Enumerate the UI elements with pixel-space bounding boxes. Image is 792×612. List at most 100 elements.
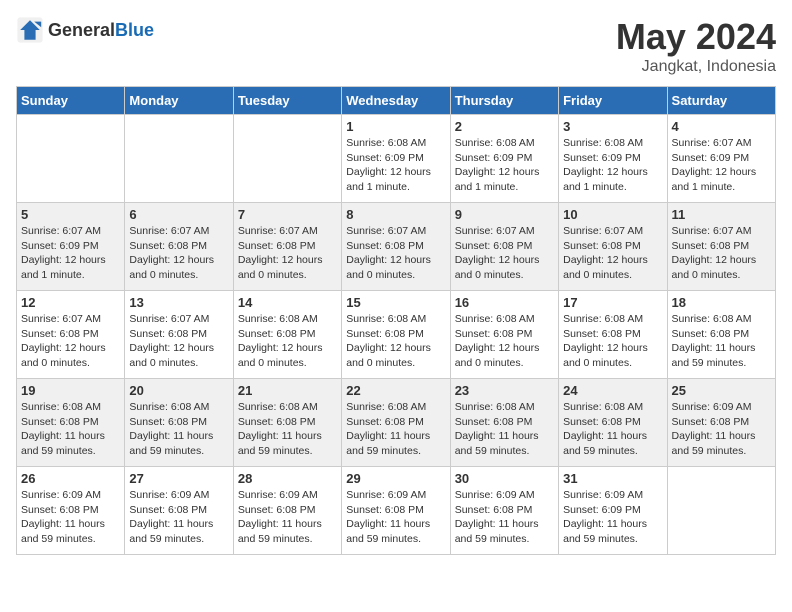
cell-day-number: 11 <box>672 207 771 222</box>
calendar-cell: 2 Sunrise: 6:08 AM Sunset: 6:09 PM Daylig… <box>450 115 558 203</box>
cell-info-text: Sunrise: 6:08 AM Sunset: 6:08 PM Dayligh… <box>346 312 445 371</box>
header-day-monday: Monday <box>125 87 233 115</box>
cell-day-number: 18 <box>672 295 771 310</box>
cell-info-text: Sunrise: 6:08 AM Sunset: 6:08 PM Dayligh… <box>238 400 337 459</box>
cell-info-text: Sunrise: 6:07 AM Sunset: 6:08 PM Dayligh… <box>21 312 120 371</box>
cell-day-number: 21 <box>238 383 337 398</box>
cell-info-text: Sunrise: 6:09 AM Sunset: 6:08 PM Dayligh… <box>455 488 554 547</box>
week-row-1: 1 Sunrise: 6:08 AM Sunset: 6:09 PM Daylig… <box>17 115 776 203</box>
calendar-cell: 18 Sunrise: 6:08 AM Sunset: 6:08 PM Dayli… <box>667 291 775 379</box>
calendar-cell: 4Sunrise: 6:07 AM Sunset: 6:09 PM Daylig… <box>667 115 775 203</box>
calendar-subtitle: Jangkat, Indonesia <box>616 58 776 76</box>
calendar-cell: 26 Sunrise: 6:09 AM Sunset: 6:08 PM Dayli… <box>17 467 125 555</box>
title-area: May 2024 Jangkat, Indonesia <box>616 16 776 76</box>
cell-info-text: Sunrise: 6:08 AM Sunset: 6:08 PM Dayligh… <box>563 312 662 371</box>
header-day-saturday: Saturday <box>667 87 775 115</box>
cell-day-number: 19 <box>21 383 120 398</box>
cell-day-number: 25 <box>672 383 771 398</box>
cell-info-text: Sunrise: 6:09 AM Sunset: 6:09 PM Dayligh… <box>563 488 662 547</box>
cell-day-number: 16 <box>455 295 554 310</box>
cell-day-number: 14 <box>238 295 337 310</box>
cell-info-text: Sunrise: 6:08 AM Sunset: 6:08 PM Dayligh… <box>672 312 771 371</box>
calendar-cell: 17 Sunrise: 6:08 AM Sunset: 6:08 PM Dayli… <box>559 291 667 379</box>
calendar-cell: 20Sunrise: 6:08 AM Sunset: 6:08 PM Dayli… <box>125 379 233 467</box>
calendar-cell: 16 Sunrise: 6:08 AM Sunset: 6:08 PM Dayli… <box>450 291 558 379</box>
cell-info-text: Sunrise: 6:09 AM Sunset: 6:08 PM Dayligh… <box>129 488 228 547</box>
cell-day-number: 24 <box>563 383 662 398</box>
cell-info-text: Sunrise: 6:07 AM Sunset: 6:09 PM Dayligh… <box>21 224 120 283</box>
cell-info-text: Sunrise: 6:09 AM Sunset: 6:08 PM Dayligh… <box>21 488 120 547</box>
cell-info-text: Sunrise: 6:07 AM Sunset: 6:08 PM Dayligh… <box>238 224 337 283</box>
cell-day-number: 1 <box>346 119 445 134</box>
cell-day-number: 10 <box>563 207 662 222</box>
calendar-cell: 11 Sunrise: 6:07 AM Sunset: 6:08 PM Dayli… <box>667 203 775 291</box>
cell-info-text: Sunrise: 6:08 AM Sunset: 6:08 PM Dayligh… <box>455 312 554 371</box>
cell-day-number: 13 <box>129 295 228 310</box>
calendar-cell: 21 Sunrise: 6:08 AM Sunset: 6:08 PM Dayli… <box>233 379 341 467</box>
header-day-sunday: Sunday <box>17 87 125 115</box>
calendar-cell: 13 Sunrise: 6:07 AM Sunset: 6:08 PM Dayli… <box>125 291 233 379</box>
calendar-cell: 12Sunrise: 6:07 AM Sunset: 6:08 PM Dayli… <box>17 291 125 379</box>
header: GeneralBlue May 2024 Jangkat, Indonesia <box>16 16 776 76</box>
cell-day-number: 29 <box>346 471 445 486</box>
calendar-cell: 15 Sunrise: 6:08 AM Sunset: 6:08 PM Dayli… <box>342 291 450 379</box>
calendar-cell: 30Sunrise: 6:09 AM Sunset: 6:08 PM Dayli… <box>450 467 558 555</box>
week-row-3: 12Sunrise: 6:07 AM Sunset: 6:08 PM Dayli… <box>17 291 776 379</box>
cell-day-number: 5 <box>21 207 120 222</box>
header-day-friday: Friday <box>559 87 667 115</box>
calendar-cell: 28 Sunrise: 6:09 AM Sunset: 6:08 PM Dayli… <box>233 467 341 555</box>
cell-day-number: 31 <box>563 471 662 486</box>
calendar-cell: 6 Sunrise: 6:07 AM Sunset: 6:08 PM Daylig… <box>125 203 233 291</box>
cell-info-text: Sunrise: 6:09 AM Sunset: 6:08 PM Dayligh… <box>238 488 337 547</box>
logo-general-text: General <box>48 20 115 40</box>
calendar-cell <box>233 115 341 203</box>
calendar-table: SundayMondayTuesdayWednesdayThursdayFrid… <box>16 86 776 555</box>
calendar-title: May 2024 <box>616 16 776 58</box>
cell-day-number: 17 <box>563 295 662 310</box>
cell-day-number: 8 <box>346 207 445 222</box>
week-row-2: 5 Sunrise: 6:07 AM Sunset: 6:09 PM Daylig… <box>17 203 776 291</box>
cell-info-text: Sunrise: 6:08 AM Sunset: 6:08 PM Dayligh… <box>21 400 120 459</box>
cell-info-text: Sunrise: 6:09 AM Sunset: 6:08 PM Dayligh… <box>346 488 445 547</box>
cell-day-number: 9 <box>455 207 554 222</box>
calendar-cell: 29 Sunrise: 6:09 AM Sunset: 6:08 PM Dayli… <box>342 467 450 555</box>
week-row-4: 19 Sunrise: 6:08 AM Sunset: 6:08 PM Dayli… <box>17 379 776 467</box>
logo: GeneralBlue <box>16 16 154 44</box>
cell-day-number: 26 <box>21 471 120 486</box>
header-day-thursday: Thursday <box>450 87 558 115</box>
calendar-cell: 27 Sunrise: 6:09 AM Sunset: 6:08 PM Dayli… <box>125 467 233 555</box>
cell-day-number: 3 <box>563 119 662 134</box>
cell-info-text: Sunrise: 6:07 AM Sunset: 6:08 PM Dayligh… <box>129 224 228 283</box>
calendar-cell: 8 Sunrise: 6:07 AM Sunset: 6:08 PM Daylig… <box>342 203 450 291</box>
cell-day-number: 15 <box>346 295 445 310</box>
cell-info-text: Sunrise: 6:08 AM Sunset: 6:08 PM Dayligh… <box>346 400 445 459</box>
logo-icon <box>16 16 44 44</box>
cell-info-text: Sunrise: 6:08 AM Sunset: 6:08 PM Dayligh… <box>563 400 662 459</box>
cell-info-text: Sunrise: 6:07 AM Sunset: 6:08 PM Dayligh… <box>672 224 771 283</box>
calendar-cell: 22 Sunrise: 6:08 AM Sunset: 6:08 PM Dayli… <box>342 379 450 467</box>
cell-info-text: Sunrise: 6:08 AM Sunset: 6:08 PM Dayligh… <box>238 312 337 371</box>
cell-day-number: 6 <box>129 207 228 222</box>
cell-info-text: Sunrise: 6:07 AM Sunset: 6:08 PM Dayligh… <box>346 224 445 283</box>
calendar-cell <box>17 115 125 203</box>
logo-blue-text: Blue <box>115 20 154 40</box>
cell-info-text: Sunrise: 6:07 AM Sunset: 6:08 PM Dayligh… <box>455 224 554 283</box>
cell-day-number: 2 <box>455 119 554 134</box>
cell-day-number: 27 <box>129 471 228 486</box>
cell-day-number: 23 <box>455 383 554 398</box>
cell-info-text: Sunrise: 6:07 AM Sunset: 6:08 PM Dayligh… <box>129 312 228 371</box>
cell-info-text: Sunrise: 6:08 AM Sunset: 6:08 PM Dayligh… <box>129 400 228 459</box>
cell-info-text: Sunrise: 6:08 AM Sunset: 6:09 PM Dayligh… <box>563 136 662 195</box>
cell-info-text: Sunrise: 6:08 AM Sunset: 6:08 PM Dayligh… <box>455 400 554 459</box>
cell-day-number: 28 <box>238 471 337 486</box>
header-day-wednesday: Wednesday <box>342 87 450 115</box>
cell-info-text: Sunrise: 6:08 AM Sunset: 6:09 PM Dayligh… <box>455 136 554 195</box>
header-row: SundayMondayTuesdayWednesdayThursdayFrid… <box>17 87 776 115</box>
cell-day-number: 22 <box>346 383 445 398</box>
calendar-cell: 7Sunrise: 6:07 AM Sunset: 6:08 PM Daylig… <box>233 203 341 291</box>
calendar-cell: 10Sunrise: 6:07 AM Sunset: 6:08 PM Dayli… <box>559 203 667 291</box>
cell-info-text: Sunrise: 6:09 AM Sunset: 6:08 PM Dayligh… <box>672 400 771 459</box>
cell-day-number: 4 <box>672 119 771 134</box>
cell-info-text: Sunrise: 6:08 AM Sunset: 6:09 PM Dayligh… <box>346 136 445 195</box>
calendar-cell: 25 Sunrise: 6:09 AM Sunset: 6:08 PM Dayli… <box>667 379 775 467</box>
